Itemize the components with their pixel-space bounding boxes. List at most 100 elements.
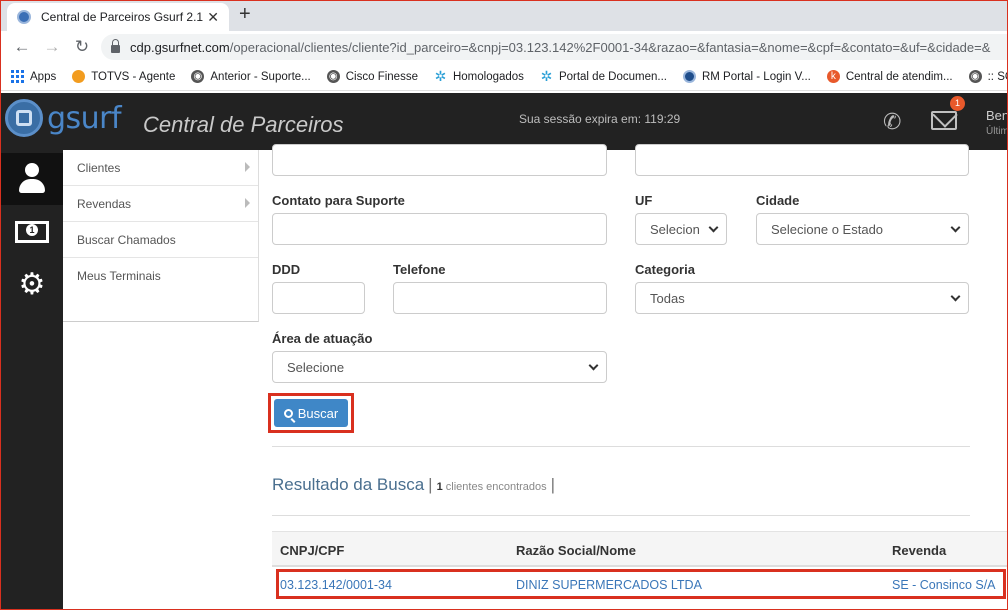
globe-icon: ◉: [191, 70, 205, 83]
gsurf-logo-icon: [5, 99, 43, 137]
bookmark-cisco-finesse[interactable]: ◉ Cisco Finesse: [326, 70, 418, 83]
sidebar-item-buscar-chamados[interactable]: Buscar Chamados: [63, 222, 258, 258]
app-title: Central de Parceiros: [143, 112, 344, 137]
bookmark-label: Cisco Finesse: [345, 70, 418, 83]
bookmark-totvs[interactable]: TOTVS - Agente: [72, 70, 175, 83]
cidade-select-value: Selecione o Estado: [771, 221, 884, 237]
sidebar-item-meus-terminais[interactable]: Meus Terminais: [63, 258, 258, 294]
bookmark-rm-portal[interactable]: RM Portal - Login V...: [682, 70, 811, 83]
col-cnpj[interactable]: CNPJ/CPF: [280, 543, 344, 558]
top-right-field[interactable]: [635, 144, 969, 176]
col-razao-social[interactable]: Razão Social/Nome: [516, 543, 636, 558]
notification-badge: 1: [950, 96, 965, 111]
buscar-button-label: Buscar: [297, 405, 339, 421]
bookmark-label: Central de atendim...: [845, 70, 953, 83]
contato-label: Contato para Suporte: [272, 193, 405, 208]
search-icon: [283, 408, 293, 418]
cidade-label: Cidade: [756, 193, 800, 208]
gsurf-logo[interactable]: gsurf: [5, 99, 122, 137]
star-burst-icon: ✲: [540, 68, 553, 84]
ddd-field[interactable]: [272, 282, 365, 314]
bookmark-apps[interactable]: Apps: [11, 70, 56, 83]
sidebar-item-label: Buscar Chamados: [77, 232, 176, 247]
area-atuacao-select-value: Selecione: [287, 359, 345, 375]
area-atuacao-label: Área de atuação: [272, 331, 373, 346]
bookmarks-bar: Apps TOTVS - Agente ◉ Anterior - Suporte…: [1, 63, 1007, 91]
url-path: /operacional/clientes/cliente?id_parceir…: [229, 39, 991, 55]
globe-icon: ◉: [968, 70, 982, 83]
rail-financeiro[interactable]: [1, 206, 63, 258]
cidade-select[interactable]: Selecione o Estado: [756, 213, 969, 245]
divider: [272, 446, 970, 447]
money-icon: [15, 221, 49, 243]
url-input[interactable]: cdp.gsurfnet.com/operacional/clientes/cl…: [101, 34, 1007, 60]
user-last-access: Últim: [986, 126, 1008, 137]
session-timer: Sua sessão expira em: 119:29: [519, 112, 681, 126]
tab-title: Central de Parceiros Gsurf 2.1: [41, 10, 204, 24]
area-atuacao-select[interactable]: Selecione: [272, 351, 607, 383]
phone-icon[interactable]: ✆: [883, 109, 901, 135]
buscar-button[interactable]: Buscar: [274, 399, 348, 427]
sidebar-item-label: Meus Terminais: [77, 269, 161, 283]
bookmark-sof[interactable]: ◉ :: SOF: [968, 70, 1007, 83]
logo-text: gsurf: [47, 100, 122, 136]
reload-icon[interactable]: ↻: [73, 37, 91, 57]
col-revenda[interactable]: Revenda: [892, 543, 946, 558]
bookmark-central-atendimento[interactable]: k Central de atendim...: [826, 70, 953, 83]
table-row[interactable]: 03.123.142/0001-34 DINIZ SUPERMERCADOS L…: [276, 569, 1006, 599]
bookmark-portal-documentos[interactable]: ✲ Portal de Documen...: [540, 68, 667, 84]
left-icon-rail: ⚙: [1, 150, 63, 609]
bookmark-label: Anterior - Suporte...: [210, 70, 311, 83]
results-heading: Resultado da Busca | 1 clientes encontrado…: [272, 475, 559, 495]
cell-cnpj-link[interactable]: 03.123.142/0001-34: [280, 578, 392, 592]
forward-arrow-icon[interactable]: →: [43, 37, 61, 57]
categoria-select[interactable]: Todas: [635, 282, 969, 314]
rm-portal-icon: [682, 70, 696, 83]
uf-label: UF: [635, 193, 653, 208]
bookmark-homologados[interactable]: ✲ Homologados: [434, 68, 524, 84]
sidebar-item-label: Revendas: [77, 196, 132, 211]
categoria-select-value: Todas: [650, 290, 685, 306]
bookmark-label: TOTVS - Agente: [91, 70, 176, 83]
globe-icon: ◉: [326, 70, 340, 83]
results-count: 1 clientes encontrados: [437, 481, 547, 493]
rail-clientes[interactable]: [1, 153, 63, 205]
cell-revenda-link[interactable]: SE - Consinco S/A: [892, 578, 996, 592]
back-arrow-icon[interactable]: ←: [13, 37, 31, 57]
bookmark-label: Homologados: [452, 70, 524, 83]
bookmark-label: RM Portal - Login V...: [701, 70, 811, 83]
sidebar-item-revendas[interactable]: Revendas: [63, 186, 258, 222]
telefone-field[interactable]: [393, 282, 607, 314]
buscar-highlight: Buscar: [268, 393, 354, 433]
lock-icon: [111, 39, 120, 53]
browser-tab[interactable]: Central de Parceiros Gsurf 2.1 ✕: [7, 3, 229, 31]
results-separator: |: [428, 475, 433, 494]
categoria-label: Categoria: [635, 262, 695, 277]
uf-select-value: Selecion: [650, 221, 700, 237]
app-header: gsurf Central de Parceiros Sua sessão ex…: [1, 93, 1007, 150]
tab-bar: Central de Parceiros Gsurf 2.1 ✕ +: [1, 1, 1007, 31]
new-tab-button[interactable]: +: [239, 3, 251, 26]
top-left-field[interactable]: [272, 144, 607, 176]
gears-icon: ⚙: [18, 268, 46, 301]
chevron-down-icon: [588, 360, 599, 371]
rail-configuracoes[interactable]: ⚙: [1, 259, 63, 311]
chevron-right-icon: [245, 198, 250, 208]
close-tab-icon[interactable]: ✕: [207, 9, 219, 26]
telefone-label: Telefone: [393, 262, 446, 277]
star-burst-icon: ✲: [434, 68, 447, 84]
sidebar-item-clientes[interactable]: Clientes: [63, 150, 258, 186]
uf-select[interactable]: Selecion: [635, 213, 727, 245]
address-bar-row: ← → ↻ cdp.gsurfnet.com/operacional/clien…: [1, 31, 1007, 63]
contato-field[interactable]: [272, 213, 607, 245]
site-favicon-icon: [17, 10, 31, 24]
user-icon: [17, 163, 47, 195]
results-separator-end: |: [550, 475, 556, 494]
apps-grid-icon: [11, 70, 24, 83]
cell-razao-social-link[interactable]: DINIZ SUPERMERCADOS LTDA: [516, 578, 702, 592]
chevron-down-icon: [950, 291, 961, 302]
user-name[interactable]: Ben: [986, 108, 1007, 123]
sidebar-submenu: Clientes Revendas Buscar Chamados Meus T…: [63, 150, 259, 322]
bookmark-anterior-suporte[interactable]: ◉ Anterior - Suporte...: [191, 70, 311, 83]
mail-icon[interactable]: [931, 111, 957, 130]
